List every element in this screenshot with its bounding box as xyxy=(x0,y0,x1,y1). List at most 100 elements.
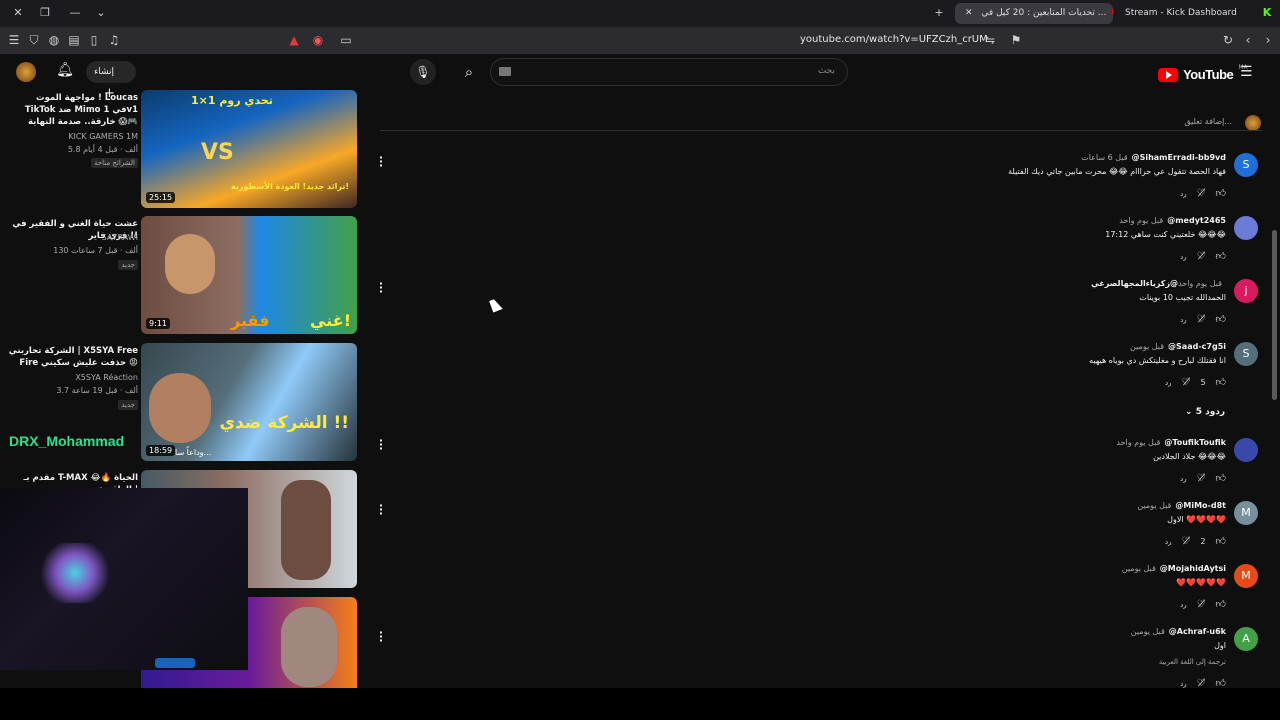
search-input[interactable]: بحث xyxy=(490,58,848,86)
reply-button[interactable]: رد xyxy=(1180,680,1187,688)
comment-author[interactable]: قبل 6 ساعات @SihamErradi-bb9vd xyxy=(1081,153,1226,162)
comment-time[interactable]: قبل يوم واحد xyxy=(1119,216,1163,225)
music-icon[interactable]: ♫ xyxy=(106,32,122,48)
bookmark-icon[interactable]: ⚑ xyxy=(1008,32,1024,48)
comment-time[interactable]: قبل يومين xyxy=(1122,564,1156,573)
like-icon[interactable]: 👍︎ xyxy=(1216,250,1226,262)
new-tab-icon[interactable]: + xyxy=(930,5,948,21)
video-title[interactable]: الشركة تحاربني | X5SYA Free Fire حذفت عل… xyxy=(6,345,138,369)
comment-time[interactable]: قبل 6 ساعات xyxy=(1081,153,1127,162)
share-icon[interactable]: ⇋ xyxy=(982,32,998,48)
author-handle[interactable]: @medyt2465 xyxy=(1167,216,1226,225)
dislike-icon[interactable]: ♡̸ xyxy=(1197,251,1206,262)
commenter-avatar[interactable]: S xyxy=(1234,342,1258,366)
comment-author[interactable]: قبل يوم واحد @ToufikToufik xyxy=(1116,438,1226,447)
like-icon[interactable]: 👍︎ xyxy=(1216,472,1226,484)
comment-time[interactable]: قبل يومين xyxy=(1130,342,1164,351)
tab-kick-dashboard[interactable]: Stream - Kick Dashboard xyxy=(1115,3,1255,24)
recommended-video[interactable]: غني! فقير 9:11 عشت حياة الغني و الفقير ف… xyxy=(0,216,390,338)
minimize-window-icon[interactable]: — xyxy=(66,5,84,21)
dislike-icon[interactable]: ♡̸ xyxy=(1197,599,1206,610)
author-handle[interactable]: @زكرياءالمجهالصرغي xyxy=(1091,279,1178,288)
author-handle[interactable]: @ToufikToufik xyxy=(1164,438,1226,447)
sidebar-icon[interactable]: ▯ xyxy=(86,32,102,48)
author-handle[interactable]: @Achraf-u6k xyxy=(1169,627,1226,636)
comment-author[interactable]: قبل يوم واحد@زكرياءالمجهالصرغي xyxy=(1091,279,1226,288)
guide-menu-icon[interactable]: ☰ xyxy=(1240,64,1256,80)
dislike-icon[interactable]: ♡̸ xyxy=(1197,678,1206,688)
video-thumbnail[interactable]: تحدي روم 1×1 VS ترائد جديد! العودة الأسط… xyxy=(141,90,357,208)
reply-button[interactable]: رد xyxy=(1180,475,1187,483)
video-thumbnail[interactable]: الشركة ضدي !! وداعاً سا... 18:59 xyxy=(141,343,357,461)
comment-time[interactable]: قبل يومين xyxy=(1137,501,1171,510)
comment-author[interactable]: قبل يومين @Saad-c7g5i xyxy=(1130,342,1226,351)
author-handle[interactable]: @MojahidAytsi xyxy=(1160,564,1226,573)
more-actions-icon[interactable]: · · · xyxy=(377,278,385,297)
reload-icon[interactable]: ↻ xyxy=(1220,32,1236,48)
screen-icon[interactable]: ▭ xyxy=(338,32,354,48)
vpn-icon[interactable]: ◍ xyxy=(46,32,62,48)
comment-time[interactable]: قبل يومين xyxy=(1131,627,1165,636)
dislike-icon[interactable]: ♡̸ xyxy=(1181,377,1190,388)
commenter-avatar[interactable]: j xyxy=(1234,279,1258,303)
menu-icon[interactable]: ☰ xyxy=(6,32,22,48)
author-handle[interactable]: @MiMo-d8t xyxy=(1175,501,1226,510)
comment-time[interactable]: قبل يوم واحد xyxy=(1178,279,1222,288)
add-comment-input[interactable]: إضافة تعليق... xyxy=(1184,117,1232,126)
more-actions-icon[interactable]: · · · xyxy=(377,627,385,646)
youtube-logo[interactable]: YouTube MA xyxy=(1158,64,1248,82)
like-icon[interactable]: 👍︎ xyxy=(1216,677,1226,688)
comment-author[interactable]: قبل يومين @MiMo-d8t xyxy=(1137,501,1226,510)
commenter-avatar[interactable]: M xyxy=(1234,501,1258,525)
reply-button[interactable]: رد xyxy=(1180,601,1187,609)
scrollbar-thumb[interactable] xyxy=(1272,230,1277,400)
more-actions-icon[interactable]: · · · xyxy=(377,500,385,519)
notifications-bell-icon[interactable]: 🔔︎ xyxy=(55,62,75,82)
commenter-avatar[interactable] xyxy=(1234,216,1258,240)
dislike-icon[interactable]: ♡̸ xyxy=(1181,536,1190,547)
more-actions-icon[interactable]: · · · xyxy=(377,435,385,454)
like-icon[interactable]: 👍︎ xyxy=(1216,598,1226,610)
like-icon[interactable]: 👍︎ xyxy=(1216,535,1226,547)
comment-time[interactable]: قبل يوم واحد xyxy=(1116,438,1160,447)
show-replies-button[interactable]: ⌄ 5 ردود xyxy=(1185,407,1225,417)
author-handle[interactable]: @Saad-c7g5i xyxy=(1168,342,1226,351)
comment-author[interactable]: قبل يومين @Achraf-u6k xyxy=(1131,627,1226,636)
commenter-avatar[interactable] xyxy=(1234,438,1258,462)
commenter-avatar[interactable]: S xyxy=(1234,153,1258,177)
channel-name[interactable]: KICK GAMERS 1M xyxy=(68,132,138,141)
reply-button[interactable]: رد xyxy=(1180,190,1187,198)
recommended-video[interactable]: تحدي روم 1×1 VS ترائد جديد! العودة الأسط… xyxy=(0,90,390,212)
close-tab-icon[interactable]: ✕ xyxy=(965,8,973,18)
url-field[interactable]: youtube.com/watch?v=UFZCzh_crUM xyxy=(800,34,988,45)
extension-icon[interactable]: ◉ xyxy=(310,32,326,48)
video-title[interactable]: مواجهة الموت ! Loucas TikTok ضد Mimo في … xyxy=(6,92,138,128)
shield-icon[interactable]: ⛉ xyxy=(26,32,42,48)
commenter-avatar[interactable]: M xyxy=(1234,564,1258,588)
reply-button[interactable]: رد xyxy=(1180,253,1187,261)
account-avatar[interactable] xyxy=(16,62,36,82)
channel-name[interactable]: SA7RAWI xyxy=(102,233,138,242)
forward-icon[interactable]: › xyxy=(1260,32,1276,48)
keyboard-icon[interactable] xyxy=(499,67,511,76)
restore-window-icon[interactable]: ❐ xyxy=(36,5,54,21)
commenter-avatar[interactable]: A xyxy=(1234,627,1258,651)
reply-button[interactable]: رد xyxy=(1180,316,1187,324)
like-icon[interactable]: 👍︎ xyxy=(1216,313,1226,325)
like-icon[interactable]: 👍︎ xyxy=(1216,376,1226,388)
warning-icon[interactable]: ▲ xyxy=(286,32,302,48)
like-icon[interactable]: 👍︎ xyxy=(1216,187,1226,199)
comment-author[interactable]: قبل يومين @MojahidAytsi xyxy=(1122,564,1226,573)
author-handle[interactable]: @SihamErradi-bb9vd xyxy=(1132,153,1226,162)
voice-search-mic-icon[interactable]: 🎙︎ xyxy=(410,59,436,85)
video-thumbnail[interactable]: غني! فقير 9:11 xyxy=(141,216,357,334)
dislike-icon[interactable]: ♡̸ xyxy=(1197,473,1206,484)
close-window-icon[interactable]: ✕ xyxy=(9,5,27,21)
page-scrollbar[interactable] xyxy=(1270,90,1280,688)
more-actions-icon[interactable]: · · · xyxy=(377,152,385,171)
tabs-icon[interactable]: ▤ xyxy=(66,32,82,48)
create-button[interactable]: إنشاء + xyxy=(86,61,136,101)
comment-author[interactable]: قبل يوم واحد @medyt2465 xyxy=(1119,216,1226,225)
dislike-icon[interactable]: ♡̸ xyxy=(1197,314,1206,325)
reply-button[interactable]: رد xyxy=(1165,538,1172,546)
